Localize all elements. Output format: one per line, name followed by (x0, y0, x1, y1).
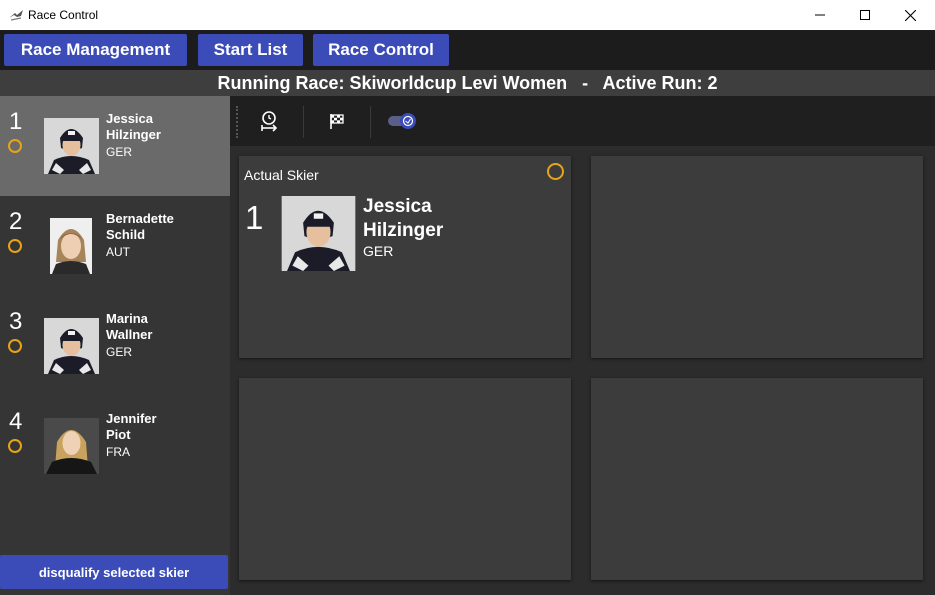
skier-name: Bernadette Schild (106, 211, 216, 243)
skier-name: Jessica Hilzinger (106, 111, 216, 143)
tab-race-management[interactable]: Race Management (4, 34, 187, 66)
close-button[interactable] (887, 0, 933, 30)
tab-start-list[interactable]: Start List (198, 34, 303, 66)
skier-name: Jennifer Piot (106, 411, 216, 443)
finish-flag-button[interactable] (320, 104, 354, 138)
actual-skier-rank: 1 (245, 199, 264, 236)
actual-skier-last-name: Hilzinger (363, 220, 444, 241)
actual-skier-photo (281, 196, 356, 271)
window-title: Race Control (28, 8, 99, 22)
toolbar-separator (303, 106, 304, 138)
status-ring-icon (547, 163, 564, 180)
window-titlebar: Race Control (0, 0, 935, 30)
toolbar-separator (370, 106, 371, 138)
actual-skier-name: Jessica Hilzinger (363, 195, 483, 243)
skier-list-item[interactable]: 4 Jennifer Piot FRA (0, 396, 230, 496)
minimize-icon (815, 14, 825, 16)
card-title: Actual Skier (244, 167, 319, 183)
race-status-banner: Running Race: Skiworldcup Levi Women - A… (0, 70, 935, 96)
skier-nation: GER (106, 145, 133, 159)
race-toolbar (230, 96, 935, 146)
skier-first-name: Bernadette (106, 211, 174, 226)
skier-nation: AUT (106, 245, 130, 259)
skier-photo (44, 418, 99, 474)
race-control-panel: Actual Skier 1 Jessica Hilzinger GER (230, 146, 935, 595)
skier-nation: FRA (106, 445, 130, 459)
skier-last-name: Piot (106, 427, 131, 442)
skier-list-item[interactable]: 2 Bernadette Schild AUT (0, 196, 230, 296)
empty-panel (591, 156, 923, 358)
app-logo-icon (9, 10, 23, 21)
actual-skier-first-name: Jessica (363, 196, 432, 217)
skier-photo (50, 218, 92, 274)
maximize-button[interactable] (842, 0, 888, 30)
toolbar-grip (236, 106, 240, 138)
status-ring-icon (8, 139, 22, 153)
toggle-icon (388, 113, 416, 129)
skier-list-item[interactable]: 1 Jessica Hilzinger GER (0, 96, 230, 196)
skier-photo (44, 318, 99, 374)
skier-last-name: Schild (106, 227, 146, 242)
skier-rank: 2 (9, 208, 23, 235)
actual-skier-card: Actual Skier 1 Jessica Hilzinger GER (239, 156, 571, 358)
tab-race-control[interactable]: Race Control (313, 34, 449, 66)
empty-panel (239, 378, 571, 580)
skier-first-name: Marina (106, 311, 148, 326)
skier-photo (44, 118, 99, 174)
skier-rank: 3 (9, 308, 23, 335)
checkered-flag-icon (330, 114, 344, 129)
minimize-button[interactable] (797, 0, 843, 30)
status-ring-icon (8, 239, 22, 253)
status-ring-icon (8, 339, 22, 353)
skier-name: Marina Wallner (106, 311, 216, 343)
skier-list: 1 Jessica Hilzinger GER 2 Bernadette Sch… (0, 96, 230, 595)
skier-nation: GER (106, 345, 133, 359)
maximize-icon (860, 10, 870, 20)
race-mode-toggle[interactable] (385, 104, 419, 138)
skier-rank: 1 (9, 108, 23, 135)
close-icon (904, 9, 916, 21)
stopwatch-finish-icon (261, 111, 278, 132)
empty-panel (591, 378, 923, 580)
skier-rank: 4 (9, 408, 23, 435)
disqualify-button[interactable]: disqualify selected skier (0, 555, 228, 589)
skier-list-item[interactable]: 3 Marina Wallner GER (0, 296, 230, 396)
skier-last-name: Hilzinger (106, 127, 161, 142)
status-ring-icon (8, 439, 22, 453)
main-nav: Race Management Start List Race Control (0, 30, 935, 70)
skier-last-name: Wallner (106, 327, 153, 342)
finish-time-button[interactable] (253, 104, 287, 138)
skier-first-name: Jennifer (106, 411, 157, 426)
skier-first-name: Jessica (106, 111, 153, 126)
actual-skier-nation: GER (363, 243, 394, 259)
